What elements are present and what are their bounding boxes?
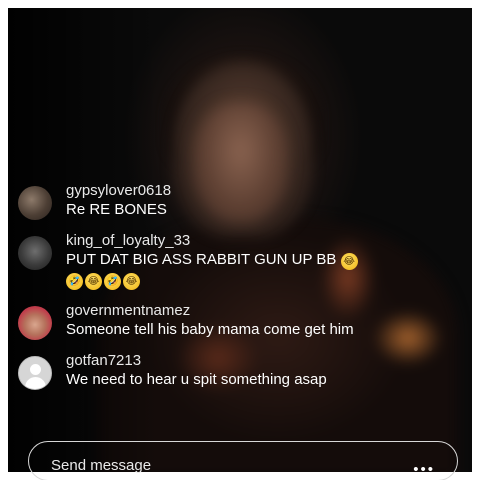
send-message-bar[interactable]: Send message •••	[28, 441, 458, 480]
rofl-emoji-icon: 🤣	[66, 273, 83, 290]
live-stream-frame: gypsylover0618 Re RE BONES king_of_loyal…	[8, 8, 472, 472]
send-message-input[interactable]: Send message	[51, 457, 151, 474]
list-item: king_of_loyalty_33 PUT DAT BIG ASS RABBI…	[18, 232, 458, 290]
avatar[interactable]	[18, 186, 52, 220]
comment-username[interactable]: governmentnamez	[66, 302, 458, 320]
laughing-emoji-icon: 😂	[123, 273, 140, 290]
comment-text: We need to hear u spit something asap	[66, 371, 327, 388]
comments-list: gypsylover0618 Re RE BONES king_of_loyal…	[18, 182, 458, 402]
laughing-emoji-icon: 😂	[85, 273, 102, 290]
comment-text: Someone tell his baby mama come get him	[66, 321, 354, 338]
default-avatar-icon[interactable]	[18, 356, 52, 390]
laughing-emoji-icon: 😂	[340, 253, 358, 270]
avatar[interactable]	[18, 306, 52, 340]
emoji-row: 🤣 😂 🤣 😂	[66, 273, 458, 290]
more-dots-icon[interactable]: •••	[413, 461, 435, 478]
comment-username[interactable]: gypsylover0618	[66, 182, 458, 200]
comment-username[interactable]: gotfan7213	[66, 352, 458, 370]
avatar[interactable]	[18, 236, 52, 270]
list-item: gypsylover0618 Re RE BONES	[18, 182, 458, 220]
comment-username[interactable]: king_of_loyalty_33	[66, 232, 458, 250]
rofl-emoji-icon: 🤣	[104, 273, 121, 290]
comment-text: PUT DAT BIG ASS RABBIT GUN UP BB	[66, 251, 337, 268]
list-item: gotfan7213 We need to hear u spit someth…	[18, 352, 458, 390]
comment-text: Re RE BONES	[66, 201, 167, 218]
list-item: governmentnamez Someone tell his baby ma…	[18, 302, 458, 340]
